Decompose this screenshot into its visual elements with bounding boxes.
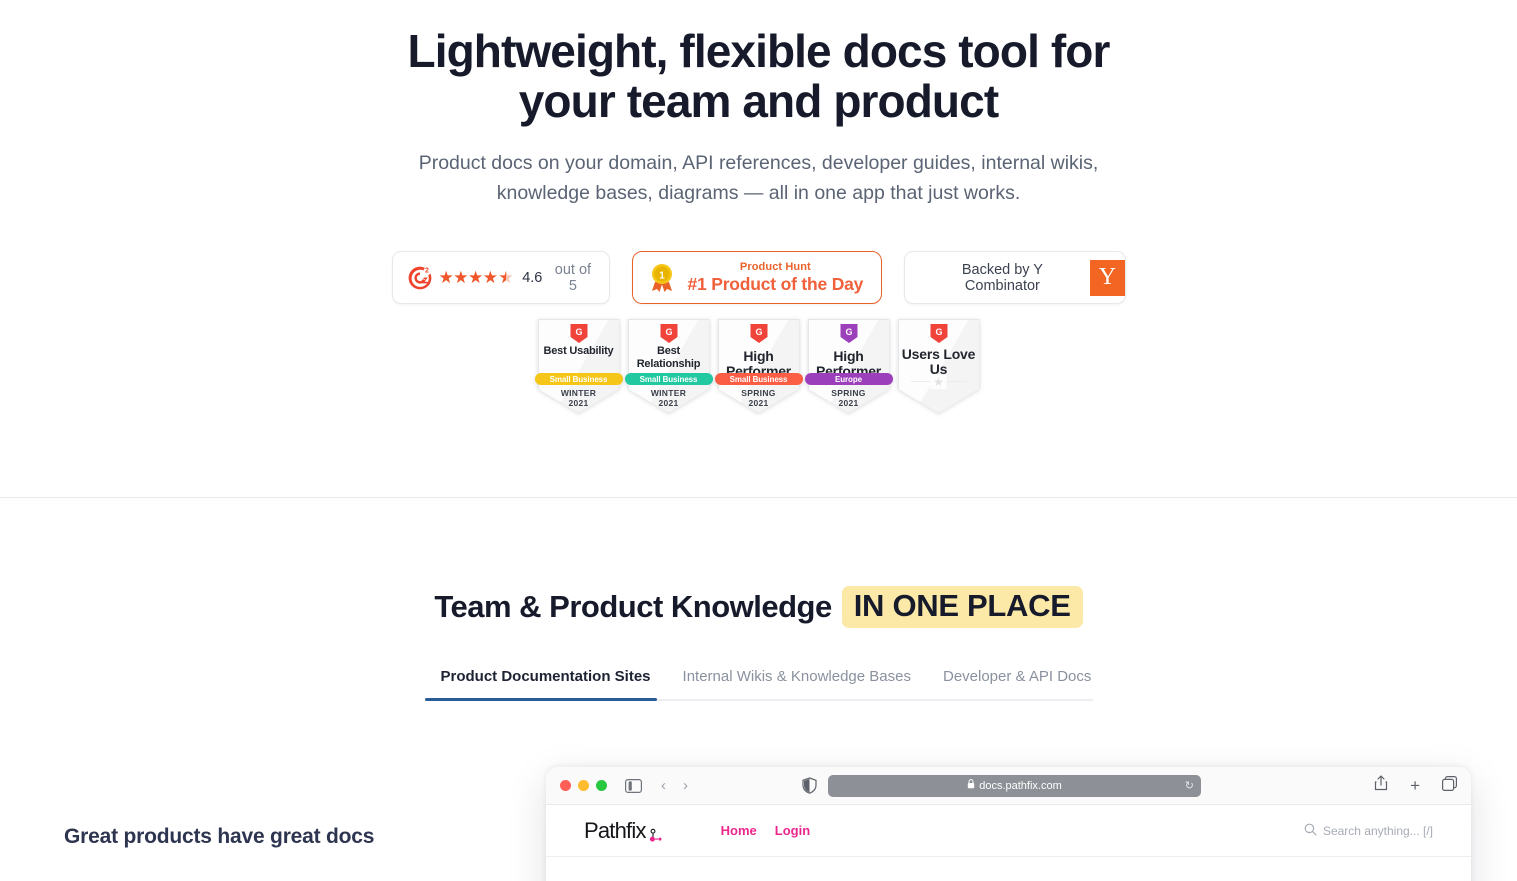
- svg-text:G: G: [665, 327, 672, 337]
- tab-bar: Product Documentation Sites Internal Wik…: [424, 668, 1093, 701]
- award-badge[interactable]: G High Performer Small Business SPRING 2…: [714, 319, 803, 413]
- url-host: docs.pathfix.com: [979, 779, 1062, 792]
- svg-text:G: G: [755, 327, 762, 337]
- full-stars: ★★★★: [438, 267, 498, 287]
- site-logo[interactable]: Pathfix: [584, 818, 663, 844]
- site-search[interactable]: Search anything... [/]: [1304, 823, 1433, 839]
- award-badge[interactable]: G Best Relationship Small Business WINTE…: [624, 319, 713, 413]
- g2-awards-row: G Best Usability Small Business WINTER 2…: [0, 319, 1517, 413]
- address-bar[interactable]: docs.pathfix.com ↻: [828, 774, 1201, 797]
- award-year: 2021: [568, 398, 589, 408]
- browser-mockup: ‹ › docs.pathfix.com ↻ + Pathfix Home Lo…: [546, 767, 1471, 881]
- tabs-icon[interactable]: [1442, 775, 1458, 796]
- g2-rating-suffix: out of 5: [554, 261, 592, 294]
- hero-section: Lightweight, flexible docs tool for your…: [0, 0, 1517, 413]
- star-rating-icon: ★★★★★★: [439, 268, 514, 288]
- trust-badge-row: 2 ★★★★★★ 4.6 out of 5 1 Product Hunt: [0, 251, 1517, 304]
- site-logo-text: Pathfix: [584, 817, 646, 843]
- star-icon: ★: [930, 375, 947, 389]
- product-hunt-text: Product Hunt #1 Product of the Day: [688, 261, 864, 295]
- award-ribbon: Small Business: [714, 373, 803, 385]
- hero-subtitle: Product docs on your domain, API referen…: [418, 152, 1099, 204]
- share-icon[interactable]: [1374, 775, 1388, 796]
- svg-text:1: 1: [659, 270, 665, 281]
- award-season-text: SPRING: [741, 388, 776, 398]
- award-season-text: WINTER: [560, 388, 597, 398]
- award-season-text: WINTER: [650, 388, 687, 398]
- new-tab-icon[interactable]: +: [1410, 777, 1420, 794]
- svg-text:2: 2: [425, 267, 429, 274]
- knowledge-section: Team & Product Knowledge IN ONE PLACE Pr…: [0, 498, 1517, 701]
- tab-internal-wikis[interactable]: Internal Wikis & Knowledge Bases: [667, 668, 927, 699]
- sidebar-toggle-icon[interactable]: [625, 778, 642, 793]
- shield-icon[interactable]: [802, 777, 817, 794]
- g2-rating-badge[interactable]: 2 ★★★★★★ 4.6 out of 5: [391, 251, 610, 304]
- section-title-plain: Team & Product Knowledge: [434, 589, 832, 624]
- browser-chrome: ‹ › docs.pathfix.com ↻ +: [546, 767, 1471, 805]
- chrome-actions: +: [1374, 775, 1458, 796]
- award-ribbon: Small Business: [624, 373, 713, 385]
- ycombinator-badge[interactable]: Backed by Y Combinator Y: [903, 251, 1126, 304]
- site-body: Getting started with Pathfix Get User Co…: [546, 857, 1471, 881]
- site-nav-home[interactable]: Home: [721, 823, 757, 838]
- award-season: WINTER 2021: [628, 388, 710, 408]
- g2-badge-icon: G: [570, 324, 587, 343]
- award-badge[interactable]: G High Performer Europe SPRING 2021: [804, 319, 893, 413]
- reload-icon[interactable]: ↻: [1185, 779, 1194, 792]
- g2-rating-value: 4.6: [522, 269, 543, 286]
- product-hunt-headline: #1 Product of the Day: [687, 273, 864, 294]
- award-title: Users Love Us: [901, 346, 976, 377]
- great-docs-section: Great products have great docs ‹ › docs.…: [0, 763, 1517, 881]
- ycombinator-label: Backed by Y Combinator: [961, 261, 1043, 294]
- close-window-icon[interactable]: [560, 780, 571, 791]
- award-season-text: SPRING: [831, 388, 866, 398]
- award-badge[interactable]: G Best Usability Small Business WINTER 2…: [534, 319, 623, 413]
- award-year: 2021: [658, 398, 679, 408]
- g2-badge-icon: G: [750, 324, 767, 343]
- product-hunt-label: Product Hunt: [739, 260, 811, 273]
- section-title: Team & Product Knowledge IN ONE PLACE: [434, 586, 1083, 628]
- svg-text:G: G: [575, 327, 582, 337]
- g2-badge-icon: G: [660, 324, 677, 343]
- pathfix-mark-icon: [647, 823, 663, 842]
- award-season: SPRING 2021: [718, 388, 800, 408]
- section-title-highlight: IN ONE PLACE: [841, 586, 1083, 628]
- search-icon: [1304, 823, 1317, 839]
- award-ribbon: Europe: [804, 373, 893, 385]
- page-title: Lightweight, flexible docs tool for your…: [407, 25, 1111, 127]
- svg-text:G: G: [845, 327, 852, 337]
- back-icon[interactable]: ‹: [661, 777, 666, 794]
- award-season: SPRING 2021: [808, 388, 890, 408]
- search-placeholder: Search anything... [/]: [1322, 823, 1433, 838]
- maximize-window-icon[interactable]: [596, 780, 607, 791]
- site-header: Pathfix Home Login Search anything... [/…: [546, 805, 1471, 857]
- minimize-window-icon[interactable]: [578, 780, 589, 791]
- product-hunt-badge[interactable]: 1 Product Hunt #1 Product of the Day: [631, 251, 882, 304]
- traffic-lights: [560, 780, 607, 791]
- svg-text:G: G: [935, 327, 942, 337]
- site-nav-login[interactable]: Login: [775, 823, 810, 838]
- url-text: docs.pathfix.com: [967, 779, 1062, 792]
- award-title: Best Usability: [543, 345, 614, 357]
- award-ribbon: Small Business: [534, 373, 623, 385]
- tab-developer-api-docs[interactable]: Developer & API Docs: [927, 668, 1107, 699]
- great-docs-heading: Great products have great docs: [64, 825, 375, 848]
- award-year: 2021: [748, 398, 769, 408]
- award-title: Best Relationship: [636, 345, 701, 370]
- tab-product-documentation-sites[interactable]: Product Documentation Sites: [425, 668, 667, 699]
- g2-badge-icon: G: [840, 324, 857, 343]
- medal-icon: 1: [647, 262, 677, 294]
- award-season: WINTER 2021: [538, 388, 620, 408]
- forward-icon[interactable]: ›: [683, 777, 688, 794]
- active-tab-underline: [424, 698, 657, 701]
- award-badge[interactable]: G Users Love Us ★: [897, 319, 980, 413]
- ycombinator-mark-icon: Y: [1090, 259, 1125, 296]
- navigation-arrows: ‹ ›: [661, 777, 688, 794]
- lock-icon: [967, 779, 975, 792]
- g2-logo-icon: 2: [407, 265, 433, 291]
- site-nav: Home Login: [721, 823, 811, 838]
- award-year: 2021: [838, 398, 859, 408]
- g2-badge-icon: G: [930, 324, 947, 343]
